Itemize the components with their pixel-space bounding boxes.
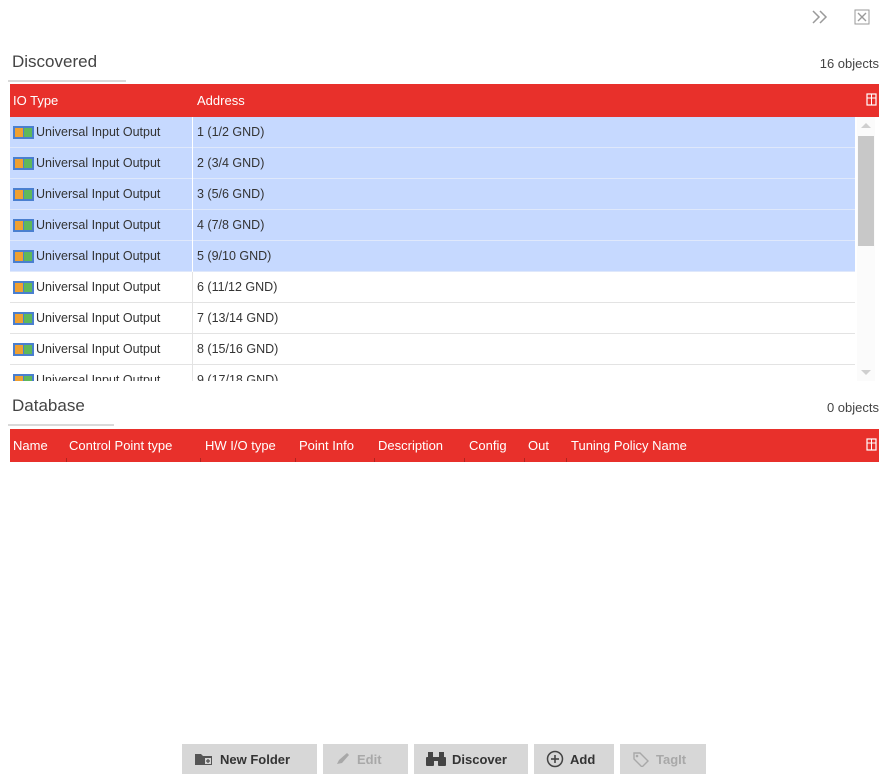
io-type-cell: Universal Input Output	[36, 187, 161, 201]
table-row[interactable]: Universal Input Output 6 (11/12 GND)	[10, 272, 855, 303]
tagit-button[interactable]: TagIt	[620, 744, 706, 774]
io-type-cell: Universal Input Output	[36, 342, 161, 356]
discovered-section-header: Discovered 16 objects	[0, 46, 889, 82]
io-type-cell: Universal Input Output	[36, 156, 161, 170]
database-table-header: Name Control Point type HW I/O type Poin…	[10, 429, 879, 462]
address-cell: 8 (15/16 GND)	[197, 342, 279, 356]
io-type-cell: Universal Input Output	[36, 373, 161, 381]
universal-io-icon	[13, 188, 34, 201]
column-chooser-icon[interactable]	[866, 93, 877, 107]
tagit-label: TagIt	[656, 751, 687, 767]
universal-io-icon	[13, 219, 34, 232]
address-cell: 5 (9/10 GND)	[197, 249, 272, 263]
close-icon[interactable]	[853, 8, 871, 26]
io-type-cell: Universal Input Output	[36, 311, 161, 325]
double-chevron-right-icon[interactable]	[811, 8, 829, 26]
scroll-up-arrow-icon[interactable]	[861, 123, 871, 128]
database-tab[interactable]: Database	[10, 396, 89, 422]
binoculars-icon	[426, 752, 446, 766]
edit-button[interactable]: Edit	[323, 744, 408, 774]
io-type-cell: Universal Input Output	[36, 280, 161, 294]
column-header-address[interactable]: Address	[197, 84, 245, 117]
universal-io-icon	[13, 312, 34, 325]
add-label: Add	[570, 751, 596, 767]
column-header-name[interactable]: Name	[13, 429, 48, 462]
universal-io-icon	[13, 374, 34, 381]
tag-icon	[633, 752, 649, 767]
table-row[interactable]: Universal Input Output 8 (15/16 GND)	[10, 334, 855, 365]
column-header-control-point-type[interactable]: Control Point type	[69, 429, 172, 462]
discovered-tab-underline	[8, 80, 126, 82]
table-row[interactable]: Universal Input Output 7 (13/14 GND)	[10, 303, 855, 334]
table-row[interactable]: Universal Input Output 4 (7/8 GND)	[10, 210, 855, 241]
scroll-down-arrow-icon[interactable]	[861, 370, 871, 375]
column-header-point-info[interactable]: Point Info	[299, 429, 354, 462]
discovered-tab[interactable]: Discovered	[10, 52, 101, 78]
add-button[interactable]: Add	[534, 744, 614, 774]
address-cell: 6 (11/12 GND)	[197, 280, 278, 294]
column-header-config[interactable]: Config	[469, 429, 507, 462]
new-folder-button[interactable]: New Folder	[182, 744, 317, 774]
column-header-out[interactable]: Out	[528, 429, 549, 462]
bottom-toolbar: New Folder Edit Discover Add TagIt	[182, 744, 706, 774]
add-circle-icon	[546, 750, 564, 768]
discovered-scrollbar[interactable]	[857, 117, 875, 381]
table-row[interactable]: Universal Input Output 9 (17/18 GND)	[10, 365, 855, 381]
discover-label: Discover	[452, 751, 507, 767]
io-type-cell: Universal Input Output	[36, 218, 161, 232]
table-row[interactable]: Universal Input Output 3 (5/6 GND)	[10, 179, 855, 210]
database-tab-underline	[8, 424, 114, 426]
column-chooser-icon[interactable]	[866, 438, 877, 452]
address-cell: 9 (17/18 GND)	[197, 373, 279, 381]
universal-io-icon	[13, 281, 34, 294]
column-header-hw-io-type[interactable]: HW I/O type	[205, 429, 276, 462]
discovered-table-body: Universal Input Output 1 (1/2 GND) Unive…	[10, 117, 855, 381]
universal-io-icon	[13, 126, 34, 139]
discover-button[interactable]: Discover	[414, 744, 528, 774]
io-type-cell: Universal Input Output	[36, 249, 161, 263]
io-type-cell: Universal Input Output	[36, 125, 161, 139]
window-controls	[811, 8, 871, 26]
universal-io-icon	[13, 250, 34, 263]
address-cell: 4 (7/8 GND)	[197, 218, 265, 232]
column-header-description[interactable]: Description	[378, 429, 443, 462]
address-cell: 1 (1/2 GND)	[197, 125, 265, 139]
universal-io-icon	[13, 343, 34, 356]
universal-io-icon	[13, 157, 34, 170]
database-section-header: Database 0 objects	[0, 390, 889, 426]
column-header-io-type[interactable]: IO Type	[13, 84, 58, 117]
new-folder-icon	[195, 754, 212, 765]
table-row[interactable]: Universal Input Output 5 (9/10 GND)	[10, 241, 855, 272]
pencil-icon	[337, 753, 349, 764]
edit-label: Edit	[357, 751, 382, 767]
address-cell: 7 (13/14 GND)	[197, 311, 279, 325]
address-cell: 3 (5/6 GND)	[197, 187, 265, 201]
database-count: 0 objects	[826, 400, 879, 415]
discovered-table-header: IO Type Address	[10, 84, 879, 117]
table-row[interactable]: Universal Input Output 2 (3/4 GND)	[10, 148, 855, 179]
scroll-thumb[interactable]	[858, 136, 874, 246]
table-row[interactable]: Universal Input Output 1 (1/2 GND)	[10, 117, 855, 148]
discovered-count: 16 objects	[819, 56, 879, 71]
column-header-tuning-policy-name[interactable]: Tuning Policy Name	[571, 429, 687, 462]
address-cell: 2 (3/4 GND)	[197, 156, 265, 170]
new-folder-label: New Folder	[220, 751, 291, 767]
